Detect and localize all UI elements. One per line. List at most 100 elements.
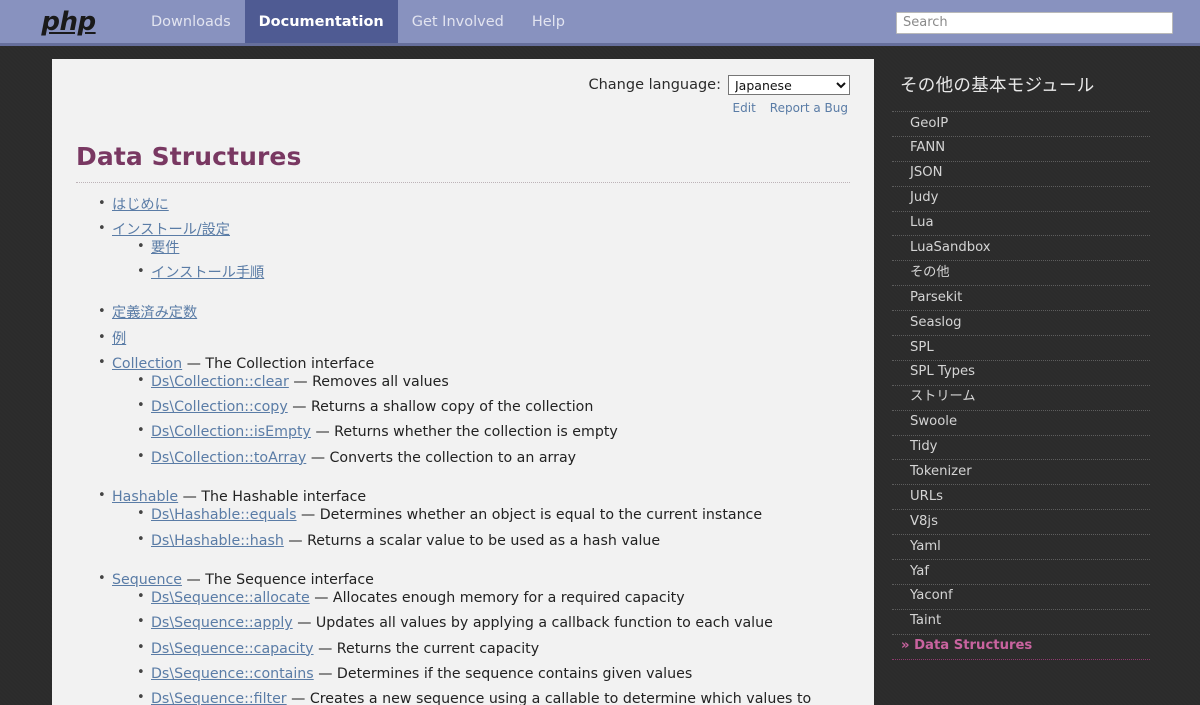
toc-item: Ds\Sequence::allocate — Allocates enough… [137,589,850,608]
sidebar-item-spl-types[interactable]: SPL Types [892,361,1150,385]
list-item: ストリーム [892,386,1150,411]
toc-link-hashable[interactable]: Hashable [112,489,178,505]
toc-item: 定義済み定数 [98,304,850,323]
sidebar-module-list: GeoIP FANN JSON Judy Lua LuaSandbox その他 Parseki… [892,111,1150,660]
toc-link-collection[interactable]: Collection [112,356,182,372]
toc-link-ds-sequence-filter[interactable]: Ds\Sequence::filter [151,691,287,705]
sidebar-item-yaf[interactable]: Yaf [892,560,1150,584]
toc-link-item[interactable]: 定義済み定数 [112,305,197,321]
php-logo[interactable]: php [0,0,137,43]
toc-description: Returns a shallow copy of the collection [310,398,594,415]
toc-item: Ds\Collection::clear — Removes all value… [137,373,850,392]
toc-dash: — [291,691,306,705]
toc-link-ds-collection-clear[interactable]: Ds\Collection::clear [151,374,289,390]
toc-sublist: Ds\Sequence::allocate — Allocates enough… [112,589,850,705]
toc-sublist: 要件インストール手順 [112,239,850,283]
toc-description: Determines whether an object is equal to… [319,507,763,524]
list-item: Tokenizer [892,460,1150,486]
sidebar-item-[interactable]: ストリーム [892,386,1150,410]
sidebar-item-taint[interactable]: Taint [892,610,1150,634]
list-item: SPL [892,336,1150,361]
language-select[interactable]: JapaneseEnglishBrazilian PortugueseChine… [728,75,850,95]
sidebar-item-data-structures[interactable]: » Data Structures [892,635,1150,659]
toc-description: Converts the collection to an array [329,449,577,466]
sidebar-item-v8js[interactable]: V8js [892,510,1150,534]
toc-item: インストール手順 [137,264,850,283]
toc-link-ds-collection-copy[interactable]: Ds\Collection::copy [151,399,288,415]
list-item: V8js [892,510,1150,536]
toc-dash: — [315,424,330,441]
page-title: Data Structures [76,142,850,183]
nav-item-downloads[interactable]: Downloads [137,0,245,43]
toc-link-ds-sequence-contains[interactable]: Ds\Sequence::contains [151,666,314,682]
sidebar-item-parsekit[interactable]: Parsekit [892,286,1150,310]
nav-item-help[interactable]: Help [518,0,579,43]
nav-item-get-involved[interactable]: Get Involved [398,0,518,43]
toc-dash: — [288,532,303,549]
list-item: GeoIP [892,112,1150,137]
list-item: SPL Types [892,361,1150,386]
toc-link-item[interactable]: 例 [112,331,126,347]
sidebar-item-yaml[interactable]: Yaml [892,535,1150,559]
toc-dash: — [314,590,329,606]
toc-dash: — [186,355,201,372]
toc-item: Ds\Hashable::hash — Returns a scalar val… [137,532,850,551]
report-bug-link[interactable]: Report a Bug [770,101,848,115]
toc-item: Ds\Sequence::capacity — Returns the curr… [137,640,850,659]
sidebar-item-urls[interactable]: URLs [892,485,1150,509]
sidebar-item-json[interactable]: JSON [892,162,1150,186]
toc-item: Ds\Sequence::apply — Updates all values … [137,614,850,633]
edit-link[interactable]: Edit [733,101,756,115]
search-input[interactable] [896,11,1173,34]
toc-description: Returns whether the collection is empty [334,424,618,441]
nav-items: Downloads Documentation Get Involved Hel… [137,0,579,43]
sidebar-item-judy[interactable]: Judy [892,187,1150,211]
toc-description: Returns a scalar value to be used as a h… [307,532,661,549]
toc-dash: — [186,572,201,589]
toc-link-ds-collection-toarray[interactable]: Ds\Collection::toArray [151,450,306,466]
sidebar-item-fann[interactable]: FANN [892,137,1150,161]
toc-item: 例 [98,330,850,349]
toc-dash: — [310,449,325,466]
toc-item: インストール/設定要件インストール手順 [98,221,850,283]
toc-link-ds-sequence-capacity[interactable]: Ds\Sequence::capacity [151,641,314,657]
nav-item-documentation[interactable]: Documentation [244,0,398,43]
sidebar-item-geoip[interactable]: GeoIP [892,112,1150,136]
toc-link-item[interactable]: インストール手順 [151,265,264,281]
list-item: Judy [892,187,1150,212]
toc-link-item[interactable]: 要件 [151,240,179,256]
list-item: Yaml [892,535,1150,561]
sidebar-item-tidy[interactable]: Tidy [892,436,1150,460]
toc-link-ds-sequence-allocate[interactable]: Ds\Sequence::allocate [151,590,310,606]
toc-description: Removes all values [312,373,449,390]
list-item: Yaf [892,560,1150,585]
toc-link-sequence[interactable]: Sequence [112,572,182,588]
toc-link-item[interactable]: はじめに [112,197,169,213]
toc-link-ds-hashable-hash[interactable]: Ds\Hashable::hash [151,533,284,549]
top-navigation-bar: php Downloads Documentation Get Involved… [0,0,1200,46]
sidebar-item-[interactable]: その他 [892,261,1150,285]
toc-link-ds-sequence-apply[interactable]: Ds\Sequence::apply [151,615,293,631]
sidebar-item-luasandbox[interactable]: LuaSandbox [892,236,1150,260]
sidebar-item-lua[interactable]: Lua [892,212,1150,236]
toc-link-ds-hashable-equals[interactable]: Ds\Hashable::equals [151,507,297,523]
toc-item: 要件 [137,239,850,258]
sidebar-item-spl[interactable]: SPL [892,336,1150,360]
sidebar-item-seaslog[interactable]: Seaslog [892,311,1150,335]
list-item: JSON [892,162,1150,187]
search-container [896,11,1173,34]
sidebar-item-tokenizer[interactable]: Tokenizer [892,460,1150,484]
list-item: Tidy [892,436,1150,461]
toc-description: Allocates enough memory for a required c… [332,590,685,606]
sidebar-item-yaconf[interactable]: Yaconf [892,585,1150,609]
toc-dash: — [301,507,316,524]
page-layout: Change language: JapaneseEnglishBrazilia… [0,46,1200,705]
toc-dash: — [182,489,197,506]
list-item: Parsekit [892,286,1150,312]
list-item: Seaslog [892,311,1150,337]
sidebar-item-swoole[interactable]: Swoole [892,411,1150,435]
toc-item: Collection — The Collection interfaceDs\… [98,355,850,468]
toc-link-ds-collection-isempty[interactable]: Ds\Collection::isEmpty [151,424,311,440]
table-of-contents: はじめにインストール/設定要件インストール手順定義済み定数例 Collection… [76,196,850,705]
toc-link-item[interactable]: インストール/設定 [112,222,230,238]
